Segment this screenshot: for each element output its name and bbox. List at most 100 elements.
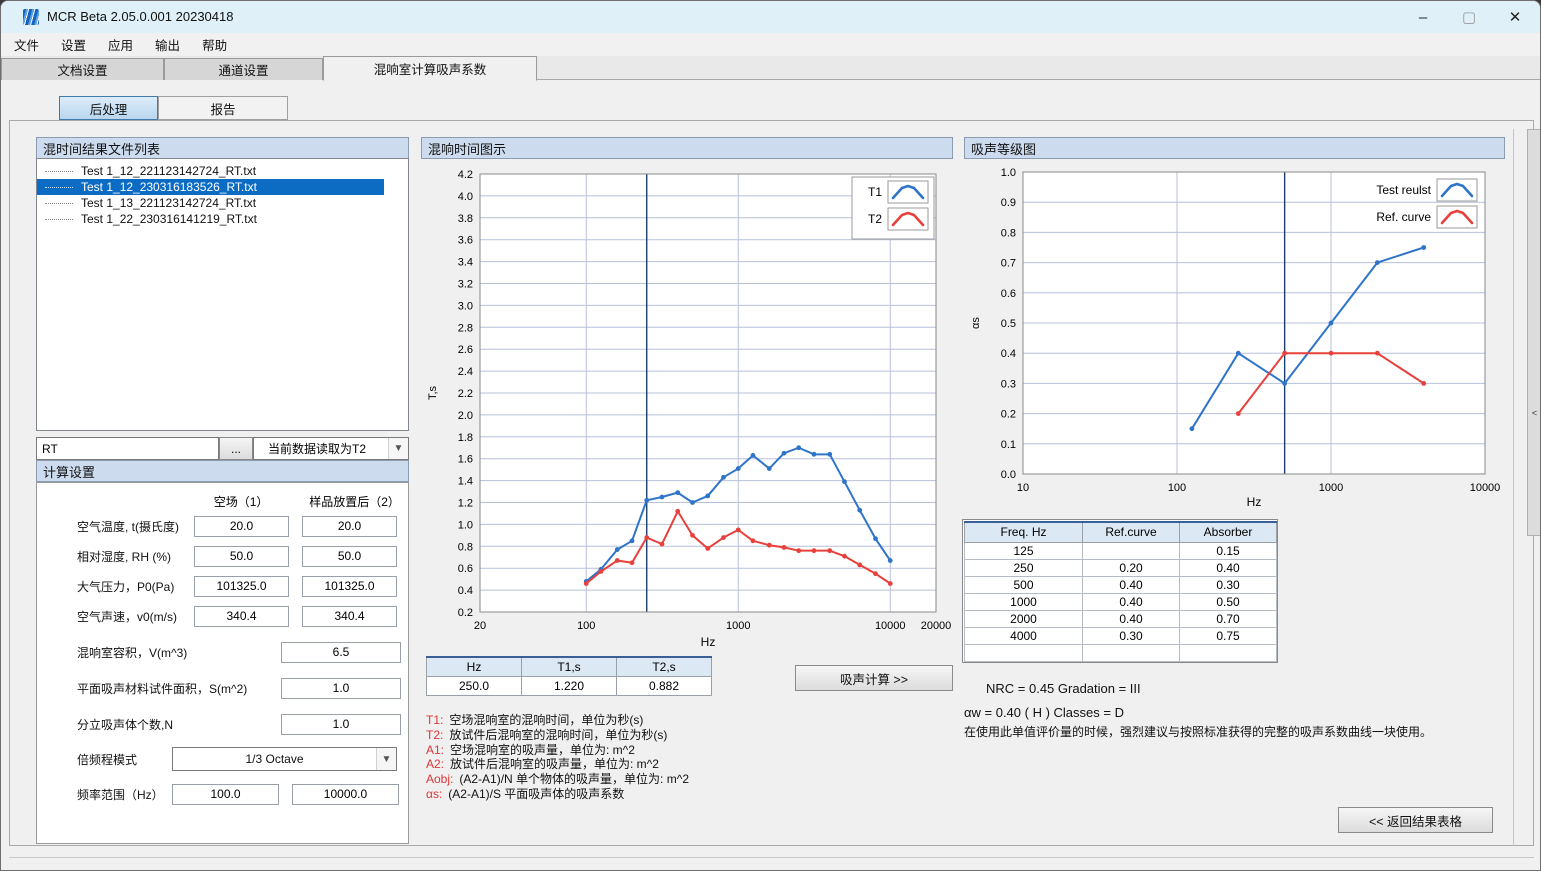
collapse-panel-toggle[interactable]: < (1527, 129, 1541, 536)
tab-reverb-absorption[interactable]: 混响室计算吸声系数 (323, 56, 537, 81)
tab-channel-settings[interactable]: 通道设置 (164, 58, 323, 80)
column-header-empty-room: 空场（1） (194, 490, 288, 512)
svg-text:Test reulst: Test reulst (1376, 183, 1431, 197)
svg-text:3.6: 3.6 (458, 235, 473, 247)
window-title: MCR Beta 2.05.0.001 20230418 (47, 9, 233, 24)
maximize-button[interactable]: ▢ (1446, 1, 1492, 33)
list-item[interactable]: Test 1_12_230316183526_RT.txt (37, 179, 384, 195)
legend-notes: T1:空场混响室的混响时间，单位为秒(s)T2:放试件后混响室的混响时间，单位为… (426, 713, 956, 802)
menu-item-1[interactable]: 设置 (50, 32, 97, 57)
svg-text:T,s: T,s (427, 385, 439, 400)
grade-chart-svg: 0.00.10.20.30.40.50.60.70.80.91.01010010… (965, 160, 1503, 510)
list-item[interactable]: Test 1_22_230316141219_RT.txt (37, 211, 408, 227)
calc-settings-form: 空场（1）样品放置后（2）空气温度, t(摄氏度)相对湿度, RH (%)大气压… (36, 482, 409, 844)
menu-item-4[interactable]: 帮助 (191, 32, 238, 57)
file-name: Test 1_22_230316141219_RT.txt (81, 212, 257, 226)
menu-item-3[interactable]: 输出 (144, 32, 191, 57)
grade-cell: 0.70 (1180, 610, 1277, 627)
list-item[interactable]: Test 1_12_221123142724_RT.txt (37, 163, 408, 179)
field-input-2[interactable] (302, 606, 397, 627)
field-label: 平面吸声材料试件面积，S(m^2) (37, 680, 247, 697)
grade-cell (1180, 644, 1277, 661)
svg-text:4.2: 4.2 (458, 169, 473, 181)
tab-document-settings[interactable]: 文档设置 (1, 58, 164, 80)
field-label: 混响室容积，V(m^3) (37, 644, 187, 661)
menu-item-0[interactable]: 文件 (3, 32, 50, 57)
browse-button[interactable]: ... (219, 437, 253, 460)
grade-cell: 0.50 (1180, 593, 1277, 610)
field-input[interactable] (281, 642, 401, 663)
svg-text:1.2: 1.2 (458, 498, 473, 510)
svg-text:2.8: 2.8 (458, 322, 473, 334)
data-mode-select[interactable]: 当前数据读取为T2 ▼ (253, 437, 409, 460)
absorption-calc-button[interactable]: 吸声计算 >> (795, 665, 953, 691)
menu-item-2[interactable]: 应用 (97, 32, 144, 57)
field-input-1[interactable] (194, 546, 289, 567)
tab-strip: 文档设置 通道设置 混响室计算吸声系数 (1, 56, 1540, 80)
svg-text:0.6: 0.6 (1001, 288, 1016, 300)
svg-text:2.0: 2.0 (458, 410, 473, 422)
note-text: (A2-A1)/S 平面吸声体的吸声系数 (448, 787, 624, 801)
form-row: 空气声速，v0(m/s) (37, 605, 408, 627)
rt-name-input[interactable] (36, 437, 219, 460)
rt-file-list: Test 1_12_221123142724_RT.txtTest 1_12_2… (36, 158, 409, 431)
svg-text:0.6: 0.6 (458, 563, 473, 575)
title-bar: MCR Beta 2.05.0.001 20230418 – ▢ ✕ (1, 1, 1540, 33)
svg-text:0.4: 0.4 (1001, 348, 1016, 360)
back-to-results-button[interactable]: << 返回结果表格 (1338, 807, 1493, 833)
subtab-postprocess[interactable]: 后处理 (59, 96, 158, 120)
svg-text:20000: 20000 (921, 620, 952, 632)
subtab-report[interactable]: 报告 (158, 96, 288, 120)
grade-cell: 250 (965, 559, 1083, 576)
field-input-1[interactable] (194, 516, 289, 537)
table-row: 40000.300.75 (965, 627, 1277, 644)
file-name: Test 1_12_230316183526_RT.txt (81, 180, 257, 194)
form-row: 大气压力，P0(Pa) (37, 575, 408, 597)
field-input-1[interactable] (194, 606, 289, 627)
svg-text:αs: αs (970, 317, 982, 329)
app-icon (23, 9, 39, 25)
svg-text:2.4: 2.4 (458, 366, 473, 378)
field-input[interactable] (281, 678, 401, 699)
field-label: 分立吸声体个数,N (37, 716, 173, 733)
note-line: A1:空场混响室的吸声量，单位为: m^2 (426, 743, 956, 758)
freq-max-input[interactable] (292, 784, 399, 805)
chevron-down-icon: ▼ (376, 748, 396, 770)
collapse-arrow-icon: < (1532, 408, 1537, 418)
svg-text:0.0: 0.0 (1001, 469, 1016, 481)
grade-cell: 125 (965, 542, 1083, 559)
note-key: T1: (426, 713, 443, 727)
svg-text:0.2: 0.2 (1001, 409, 1016, 421)
grade-cell: 0.30 (1180, 576, 1277, 593)
list-item[interactable]: Test 1_13_221123142724_RT.txt (37, 195, 408, 211)
note-line: T2:放试件后混响室的混响时间，单位为秒(s) (426, 728, 956, 743)
field-input-2[interactable] (302, 576, 397, 597)
svg-text:1.8: 1.8 (458, 432, 473, 444)
note-line: αs:(A2-A1)/S 平面吸声体的吸声系数 (426, 787, 956, 802)
field-input-1[interactable] (194, 576, 289, 597)
close-button[interactable]: ✕ (1492, 1, 1538, 33)
data-mode-value: 当前数据读取为T2 (254, 440, 388, 457)
field-input-2[interactable] (302, 546, 397, 567)
app-window: MCR Beta 2.05.0.001 20230418 – ▢ ✕ 文件设置应… (0, 0, 1541, 871)
form-row: 混响室容积，V(m^3) (37, 641, 408, 663)
svg-text:T2: T2 (868, 212, 882, 226)
svg-text:0.3: 0.3 (1001, 378, 1016, 390)
field-label: 相对湿度, RH (%) (37, 548, 194, 565)
field-input[interactable] (281, 714, 401, 735)
grade-cell: 1000 (965, 593, 1083, 610)
svg-text:100: 100 (577, 620, 595, 632)
svg-text:Hz: Hz (1247, 495, 1262, 509)
grade-cell: 0.40 (1180, 559, 1277, 576)
octave-mode-select[interactable]: 1/3 Octave▼ (172, 747, 397, 771)
grade-table-head: Freq. HzRef.curveAbsorber (965, 522, 1277, 542)
svg-text:0.1: 0.1 (1001, 439, 1016, 451)
grade-cell: 0.40 (1083, 576, 1180, 593)
field-label: 空气声速，v0(m/s) (37, 608, 194, 625)
nrc-result-text: NRC = 0.45 Gradation = III (986, 681, 1141, 696)
freq-min-input[interactable] (172, 784, 279, 805)
field-input-2[interactable] (302, 516, 397, 537)
svg-text:Ref. curve: Ref. curve (1376, 210, 1431, 224)
rt-chart-header: 混响时间图示 (421, 137, 953, 159)
minimize-button[interactable]: – (1400, 1, 1446, 33)
